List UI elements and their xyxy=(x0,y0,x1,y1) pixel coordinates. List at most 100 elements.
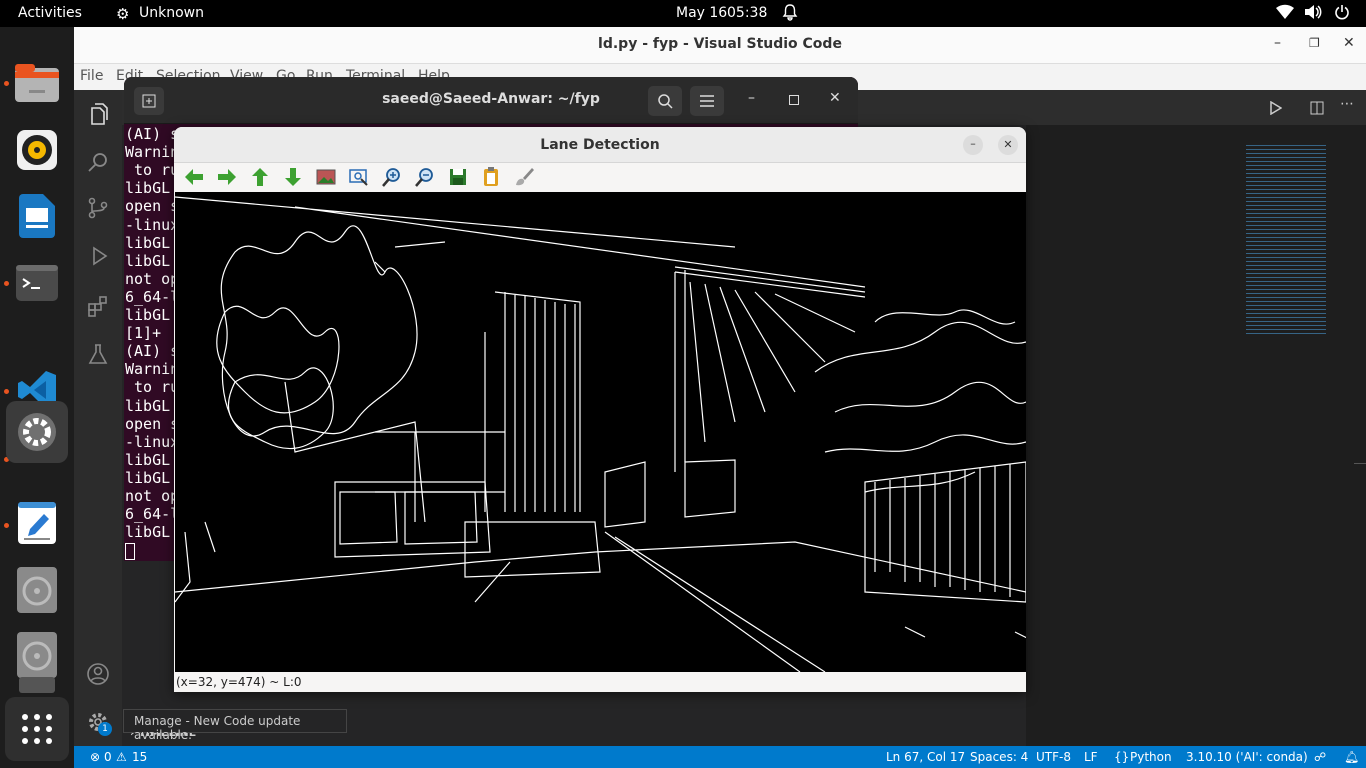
terminal-line: Warnin xyxy=(125,360,180,379)
removable-drive-icon[interactable] xyxy=(14,675,60,695)
hamburger-menu-icon[interactable] xyxy=(690,86,724,116)
terminal-line: libGL xyxy=(125,306,180,324)
terminal-line: [1]+ xyxy=(125,324,171,343)
activity-bar: 1 xyxy=(74,90,122,746)
error-icon[interactable]: ⊗ xyxy=(90,750,100,764)
close-icon[interactable]: ✕ xyxy=(1343,35,1355,51)
lane-status-bar: (x=32, y=474) ~ L:0 xyxy=(174,672,1026,692)
source-control-icon[interactable] xyxy=(86,196,110,224)
lane-detection-window[interactable]: Lane Detection – ✕ (x=32, y=474) ~ L:0 xyxy=(174,127,1026,692)
end-of-line[interactable]: LF xyxy=(1084,750,1098,764)
lane-detection-image[interactable] xyxy=(174,192,1026,673)
more-actions-icon[interactable]: ⋯ xyxy=(1340,96,1354,112)
running-indicator xyxy=(4,389,9,394)
terminal-line: libGL xyxy=(125,396,180,415)
disc-icon[interactable] xyxy=(14,632,60,678)
properties-icon[interactable] xyxy=(513,166,535,188)
run-icon[interactable] xyxy=(1270,100,1283,119)
terminal-line: (AI) s xyxy=(125,342,180,361)
activities-button[interactable]: Activities xyxy=(18,5,82,21)
explorer-icon[interactable] xyxy=(86,102,110,130)
save-icon[interactable] xyxy=(447,166,469,188)
menu-file[interactable]: File xyxy=(80,68,103,84)
power-icon[interactable] xyxy=(1334,4,1350,24)
search-icon[interactable] xyxy=(86,150,110,178)
error-count[interactable]: 0 xyxy=(104,750,112,764)
terminal-line: -linux xyxy=(125,432,180,451)
lane-minimize-icon[interactable]: – xyxy=(963,135,983,155)
file-encoding[interactable]: UTF-8 xyxy=(1036,750,1071,764)
terminal-minimize-icon[interactable]: – xyxy=(748,90,755,106)
language-mode[interactable]: Python xyxy=(1130,750,1172,764)
text-editor-icon[interactable] xyxy=(14,500,60,546)
terminal-icon[interactable] xyxy=(14,260,60,306)
vscode-window-title: ld.py - fyp - Visual Studio Code xyxy=(598,36,842,52)
feedback-icon[interactable]: ☍ xyxy=(1314,750,1326,764)
terminal-search-icon[interactable] xyxy=(648,86,682,116)
lane-title-bar: Lane Detection – ✕ xyxy=(174,127,1026,163)
terminal-line: libGL xyxy=(125,523,180,542)
arrow-left-icon[interactable] xyxy=(183,166,205,188)
wifi-icon[interactable] xyxy=(1276,4,1294,24)
copy-icon[interactable] xyxy=(480,166,502,188)
terminal-line: to ru xyxy=(125,378,180,397)
bell-icon[interactable] xyxy=(782,3,798,25)
terminal-line: libGL xyxy=(125,468,180,487)
arrow-up-icon[interactable] xyxy=(249,166,271,188)
zoom-in-icon[interactable] xyxy=(381,166,403,188)
libreoffice-impress-icon[interactable] xyxy=(14,193,60,239)
clock-date[interactable]: May 16 xyxy=(676,5,727,21)
app-menu-icon: ⚙ xyxy=(116,5,130,23)
terminal-line: -linux xyxy=(125,215,180,234)
extensions-icon[interactable] xyxy=(86,294,110,322)
disc-icon[interactable] xyxy=(14,567,60,613)
running-indicator xyxy=(4,281,9,286)
minimize-icon[interactable]: – xyxy=(1274,35,1281,51)
manage-badge: 1 xyxy=(98,722,112,736)
indentation[interactable]: Spaces: 4 xyxy=(970,750,1028,764)
split-editor-icon[interactable] xyxy=(1310,100,1324,119)
image-icon[interactable] xyxy=(315,166,337,188)
clock-time[interactable]: 05:38 xyxy=(727,5,767,21)
arrow-down-icon[interactable] xyxy=(282,166,304,188)
terminal-line: open s xyxy=(125,197,180,216)
warning-icon[interactable]: ⚠ xyxy=(116,750,127,764)
scrollbar-marker xyxy=(1354,463,1366,464)
files-icon[interactable] xyxy=(14,61,60,107)
warning-count[interactable]: 15 xyxy=(132,750,147,764)
pixel-coordinates: (x=32, y=474) ~ L:0 xyxy=(176,675,302,689)
vscode-title-bar: ld.py - fyp - Visual Studio Code – ❐ ✕ xyxy=(74,27,1366,64)
terminal-line: 6_64-l xyxy=(125,505,180,524)
terminal-close-icon[interactable]: ✕ xyxy=(829,90,841,106)
testing-icon[interactable] xyxy=(86,342,110,370)
terminal-maximize-icon[interactable] xyxy=(789,95,799,105)
terminal-line: libGL xyxy=(125,233,180,252)
run-debug-icon[interactable] xyxy=(86,244,110,272)
terminal-line: to ru xyxy=(125,161,180,180)
dock xyxy=(0,27,74,768)
rhythmbox-icon[interactable] xyxy=(14,127,60,173)
python-interpreter[interactable]: 3.10.10 ('AI': conda) xyxy=(1186,750,1308,764)
terminal-line: libGL xyxy=(125,450,180,469)
manage-tooltip: Manage - New Code update available. xyxy=(123,709,347,742)
zoom-fit-icon[interactable] xyxy=(348,166,370,188)
zoom-out-icon[interactable] xyxy=(414,166,436,188)
terminal-line: 6_64-l xyxy=(125,287,180,306)
lane-close-icon[interactable]: ✕ xyxy=(998,135,1018,155)
cursor-position[interactable]: Ln 67, Col 17 xyxy=(886,750,965,764)
terminal-line: (AI) s xyxy=(125,125,180,143)
running-indicator xyxy=(4,523,9,528)
settings-app-icon[interactable] xyxy=(6,401,68,463)
app-menu-label[interactable]: Unknown xyxy=(139,5,204,21)
arrow-right-icon[interactable] xyxy=(216,166,238,188)
show-apps-icon[interactable] xyxy=(5,697,69,761)
volume-icon[interactable] xyxy=(1304,4,1322,24)
accounts-icon[interactable] xyxy=(86,662,110,690)
terminal-cursor xyxy=(125,543,135,561)
minimap[interactable] xyxy=(1246,145,1326,335)
terminal-line: not op xyxy=(125,487,180,505)
system-top-bar: Activities ⚙ Unknown May 16 05:38 xyxy=(0,0,1366,27)
notifications-bell-icon[interactable]: 🔔︎ xyxy=(1344,750,1359,764)
restore-icon[interactable]: ❐ xyxy=(1309,36,1320,50)
terminal-line: libGL xyxy=(125,179,180,198)
